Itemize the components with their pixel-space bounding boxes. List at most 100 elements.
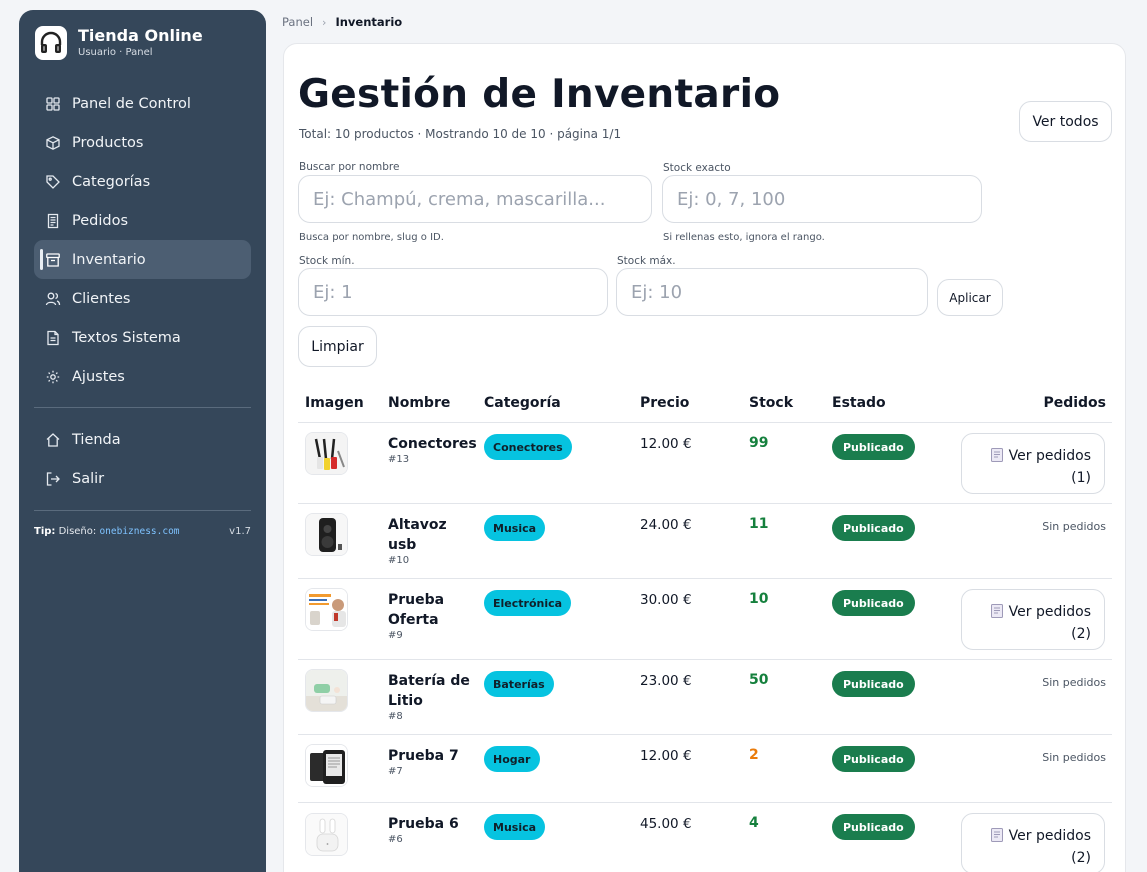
table-header: Imagen Nombre Categoría Precio Stock Est… <box>298 393 1112 423</box>
grid-icon <box>45 96 61 112</box>
sidebar-item-label: Tienda <box>72 431 121 448</box>
sidebar-tip: Tip: Diseño: onebizness.com v1.7 <box>34 526 251 537</box>
no-orders-text: Sin pedidos <box>1042 520 1106 533</box>
sidebar-item-categorias[interactable]: Categorías <box>34 162 251 201</box>
product-id: #13 <box>388 454 410 465</box>
orders-count: (1) <box>1071 470 1091 486</box>
table-row: Prueba 7 #7 Hogar 12.00 € 2 Publicado Sin… <box>298 735 1112 803</box>
sidebar-item-label: Ajustes <box>72 368 125 385</box>
product-name[interactable]: Batería de Litio #8 <box>388 671 478 723</box>
breadcrumb: Panel › Inventario <box>282 15 402 29</box>
inventory-card: Gestión de Inventario Total: 10 producto… <box>283 43 1126 872</box>
product-price: 12.00 € <box>640 748 692 764</box>
max-stock-input[interactable] <box>616 268 928 316</box>
exact-stock-input[interactable] <box>662 175 982 223</box>
table-row: Prueba Oferta #9 Electrónica 30.00 € 10 P… <box>298 579 1112 660</box>
sidebar-item-tienda[interactable]: Tienda <box>34 420 251 459</box>
category-badge: Hogar <box>484 746 540 772</box>
receipt-icon <box>990 604 1003 624</box>
status-badge: Publicado <box>832 746 915 772</box>
gear-icon <box>45 369 61 385</box>
clear-button[interactable]: Limpiar <box>298 326 377 367</box>
min-stock-input[interactable] <box>298 268 608 316</box>
category-badge: Musica <box>484 814 546 840</box>
stock-value: 11 <box>749 516 769 532</box>
column-header-imagen: Imagen <box>305 395 364 411</box>
product-name[interactable]: Prueba 6 #6 <box>388 814 478 846</box>
view-orders-button[interactable]: Ver pedidos (2) <box>961 813 1105 872</box>
brand[interactable]: Tienda Online Usuario · Panel <box>35 26 203 60</box>
stock-value: 2 <box>749 747 759 763</box>
receipt-icon <box>990 828 1003 848</box>
sidebar-item-label: Pedidos <box>72 212 129 229</box>
product-name-text: Prueba Oferta <box>388 592 445 628</box>
orders-count: (2) <box>1071 626 1091 642</box>
breadcrumb-separator: › <box>322 15 327 29</box>
column-header-precio: Precio <box>640 395 690 411</box>
product-id: #7 <box>388 766 403 777</box>
exact-stock-label: Stock exacto <box>663 162 731 174</box>
product-thumbnail[interactable] <box>305 813 348 856</box>
view-all-button[interactable]: Ver todos <box>1019 101 1112 142</box>
product-thumbnail[interactable] <box>305 669 348 712</box>
search-label: Buscar por nombre <box>299 161 400 173</box>
version-label: v1.7 <box>229 526 251 537</box>
view-orders-label: Ver pedidos <box>1008 448 1091 464</box>
sidebar-item-label: Productos <box>72 134 144 151</box>
product-thumbnail[interactable] <box>305 588 348 631</box>
product-name-text: Batería de Litio <box>388 673 470 709</box>
inventory-summary: Total: 10 productos · Mostrando 10 de 10… <box>299 127 622 141</box>
product-thumbnail[interactable] <box>305 513 348 556</box>
breadcrumb-panel[interactable]: Panel <box>282 15 313 29</box>
product-name[interactable]: Conectores #13 <box>388 434 478 466</box>
page-title: Gestión de Inventario <box>298 72 781 117</box>
stock-value: 10 <box>749 591 769 607</box>
sidebar-item-panel-de-control[interactable]: Panel de Control <box>34 84 251 123</box>
sidebar-item-inventario[interactable]: Inventario <box>34 240 251 279</box>
archive-icon <box>45 252 61 268</box>
tip-link[interactable]: onebizness.com <box>99 526 179 537</box>
box-icon <box>45 135 61 151</box>
column-header-categoria: Categoría <box>484 395 561 411</box>
sidebar-item-label: Textos Sistema <box>72 329 181 346</box>
product-name-text: Altavoz usb <box>388 517 447 553</box>
product-id: #10 <box>388 555 410 566</box>
product-price: 24.00 € <box>640 517 692 533</box>
no-orders-text: Sin pedidos <box>1042 751 1106 764</box>
product-price: 30.00 € <box>640 592 692 608</box>
sidebar-nav: Panel de Control Productos Categorías Pe… <box>34 84 251 498</box>
headphones-logo-icon <box>35 26 67 60</box>
product-thumbnail[interactable] <box>305 432 348 475</box>
status-badge: Publicado <box>832 515 915 541</box>
sidebar-item-clientes[interactable]: Clientes <box>34 279 251 318</box>
table-row: Altavoz usb #10 Musica 24.00 € 11 Publica… <box>298 504 1112 579</box>
sidebar-item-productos[interactable]: Productos <box>34 123 251 162</box>
sidebar-item-pedidos[interactable]: Pedidos <box>34 201 251 240</box>
product-name[interactable]: Prueba 7 #7 <box>388 746 478 778</box>
exact-stock-hint: Si rellenas esto, ignora el rango. <box>663 232 825 243</box>
sidebar-item-label: Inventario <box>72 251 146 268</box>
view-orders-button[interactable]: Ver pedidos (1) <box>961 433 1105 494</box>
sidebar-item-textos-sistema[interactable]: Textos Sistema <box>34 318 251 357</box>
receipt-icon <box>990 448 1003 468</box>
sidebar-item-ajustes[interactable]: Ajustes <box>34 357 251 396</box>
apply-button[interactable]: Aplicar <box>937 279 1003 316</box>
product-name-text: Prueba 6 <box>388 816 459 832</box>
category-badge: Conectores <box>484 434 572 460</box>
users-icon <box>45 291 61 307</box>
product-name-text: Conectores <box>388 436 477 452</box>
search-input[interactable] <box>298 175 652 223</box>
home-icon <box>45 432 61 448</box>
product-name[interactable]: Prueba Oferta #9 <box>388 590 478 642</box>
orders-count: (2) <box>1071 850 1091 866</box>
brand-title: Tienda Online <box>78 26 203 45</box>
product-thumbnail[interactable] <box>305 744 348 787</box>
sidebar-item-salir[interactable]: Salir <box>34 459 251 498</box>
receipt-icon <box>45 213 61 229</box>
view-orders-button[interactable]: Ver pedidos (2) <box>961 589 1105 650</box>
product-price: 45.00 € <box>640 816 692 832</box>
logout-icon <box>45 471 61 487</box>
max-stock-label: Stock máx. <box>617 255 676 267</box>
sidebar-item-label: Salir <box>72 470 105 487</box>
product-name[interactable]: Altavoz usb #10 <box>388 515 478 567</box>
